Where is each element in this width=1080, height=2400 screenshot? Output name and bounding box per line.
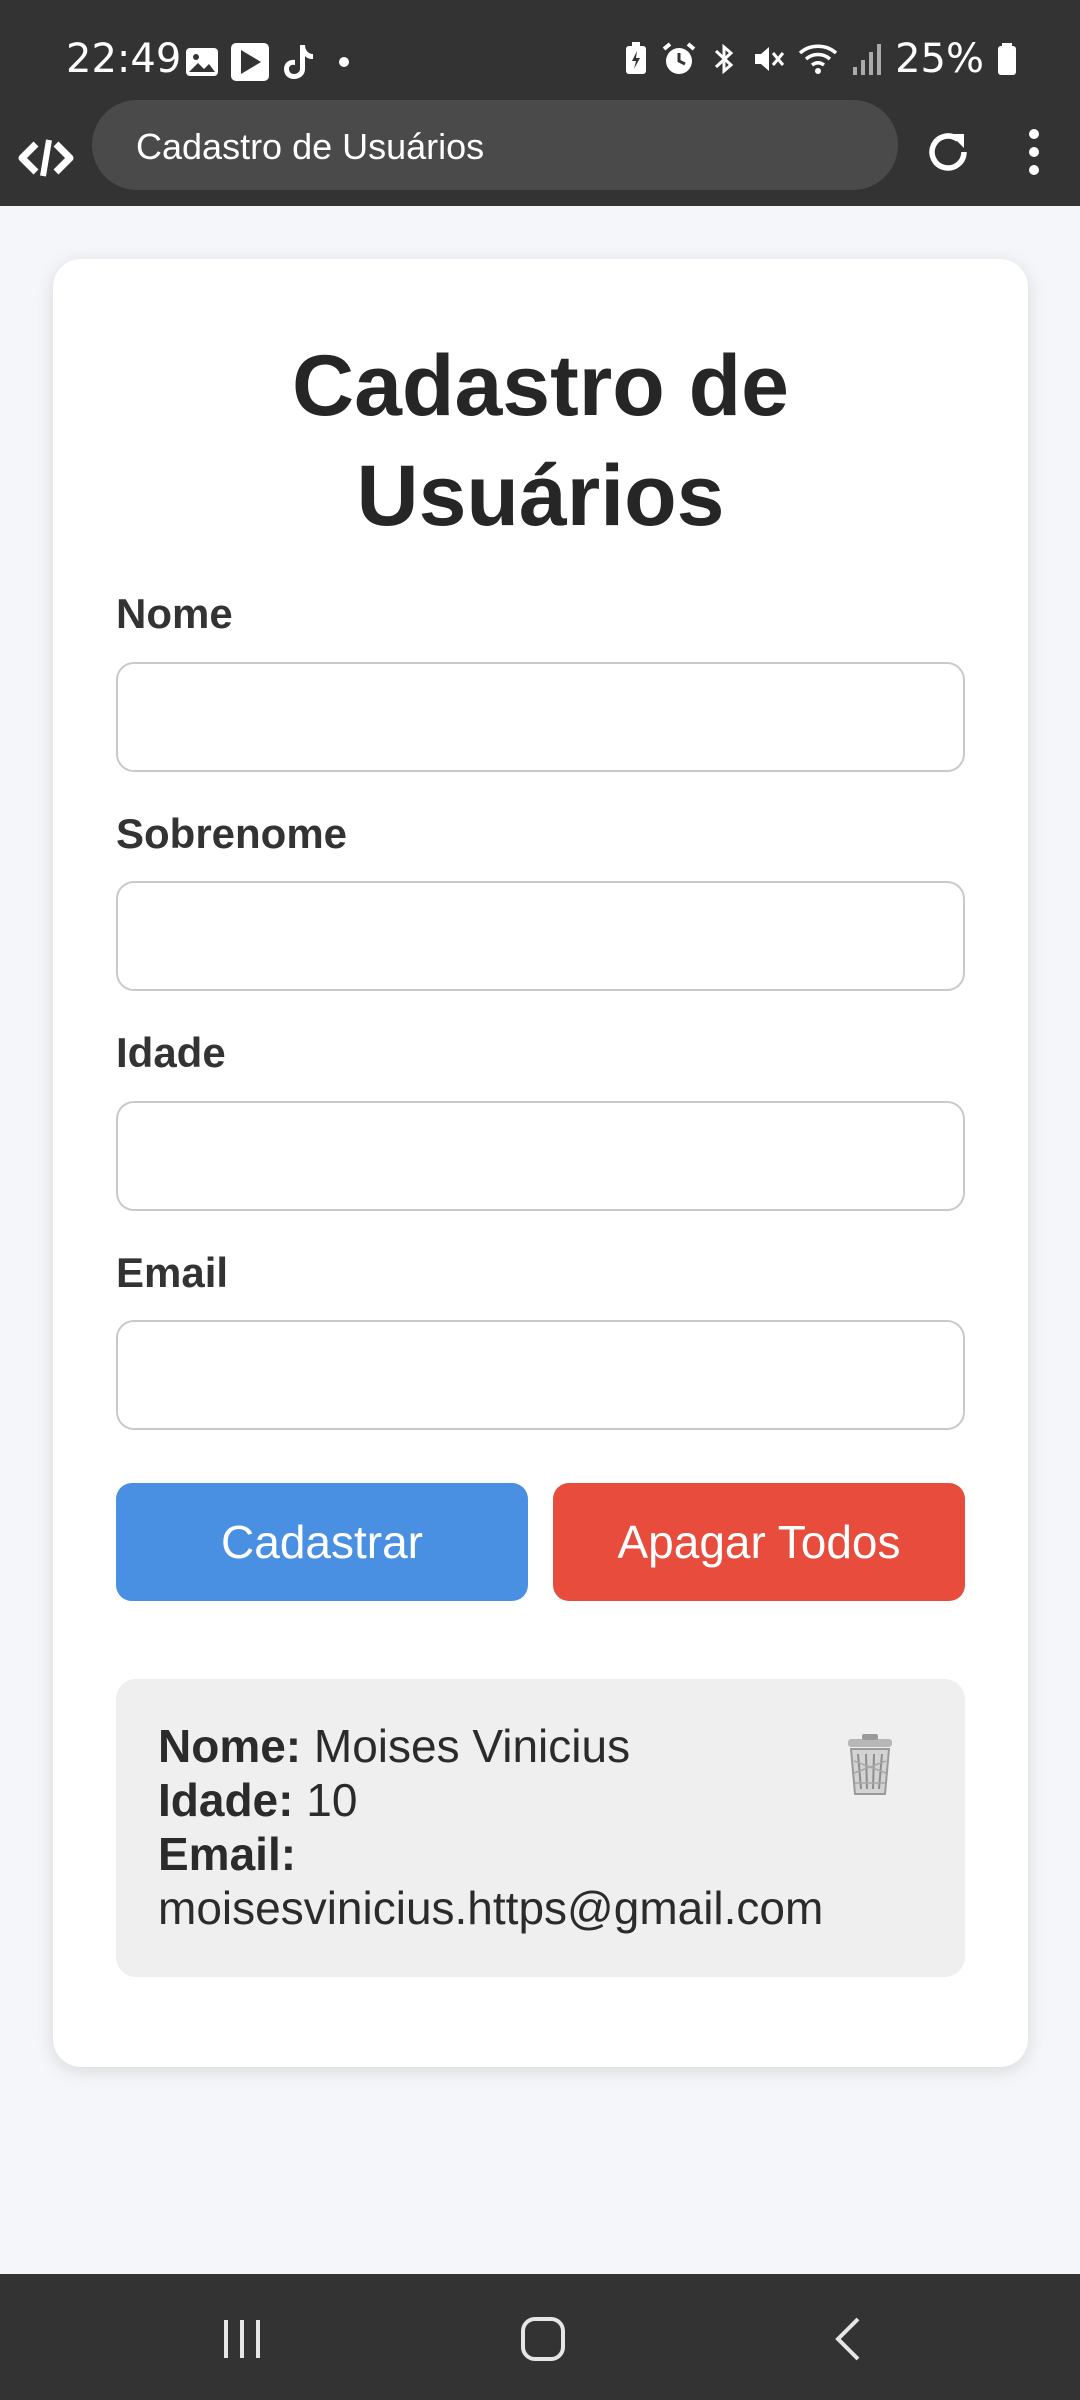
sobrenome-input[interactable] [116,881,965,991]
home-icon[interactable] [520,2316,566,2362]
sobrenome-label: Sobrenome [116,810,348,857]
code-logo-icon[interactable] [18,130,74,186]
nome-input[interactable] [116,662,965,772]
trash-icon[interactable] [844,1733,896,1797]
user-email-value: moisesvinicius.https@gmail.com [158,1882,824,1934]
back-icon[interactable] [832,2316,862,2362]
browser-toolbar: Cadastro de Usuários [0,100,1080,206]
address-bar[interactable]: Cadastro de Usuários [92,100,898,190]
dot-icon [339,57,349,67]
user-age-value: 10 [306,1774,358,1826]
gallery-icon [186,48,218,76]
user-age-line: Idade: 10 [158,1773,357,1827]
user-name-line: Nome: Moises Vinicius [158,1719,630,1773]
reload-icon[interactable] [920,124,976,180]
email-input[interactable] [116,1320,965,1430]
idade-input[interactable] [116,1101,965,1211]
user-name-value: Moises Vinicius [313,1720,631,1772]
page-title-line1: Cadastro de [291,338,790,434]
signal-icon [853,44,882,75]
clear-all-button[interactable]: Apagar Todos [553,1483,965,1601]
idade-label: Idade [116,1029,226,1076]
status-notification-icons [184,42,356,82]
tiktok-icon [284,45,313,79]
register-button[interactable]: Cadastrar [116,1483,528,1601]
user-email-line: Email: [158,1827,296,1881]
page-title: Cadastro de Usuários [53,331,1028,551]
page-title-line2: Usuários [356,448,725,544]
user-email-label: Email: [158,1828,297,1880]
more-options-icon[interactable] [1010,124,1058,180]
play-store-icon [231,43,269,81]
battery-percentage: 25% [895,36,984,82]
registration-card: Cadastro de Usuários Nome Sobrenome Idad… [53,259,1028,2067]
tab-title: Cadastro de Usuários [136,126,485,167]
user-age-label: Idade: [158,1774,294,1826]
status-time: 22:49 [66,36,182,82]
alarm-icon [662,42,696,74]
system-navigation-bar [0,2274,1080,2400]
nome-label: Nome [116,590,233,637]
user-list-item: Nome: Moises Vinicius Idade: 10 Email: m… [116,1679,965,1977]
bluetooth-icon [715,43,734,75]
user-name-label: Nome: [158,1720,302,1772]
battery-icon [998,43,1016,75]
recent-apps-icon[interactable] [220,2318,264,2360]
status-system-icons: 25% [623,36,1018,82]
mute-icon [755,47,785,71]
email-label: Email [116,1249,229,1296]
wifi-icon [798,44,838,74]
battery-saver-icon [626,42,647,74]
